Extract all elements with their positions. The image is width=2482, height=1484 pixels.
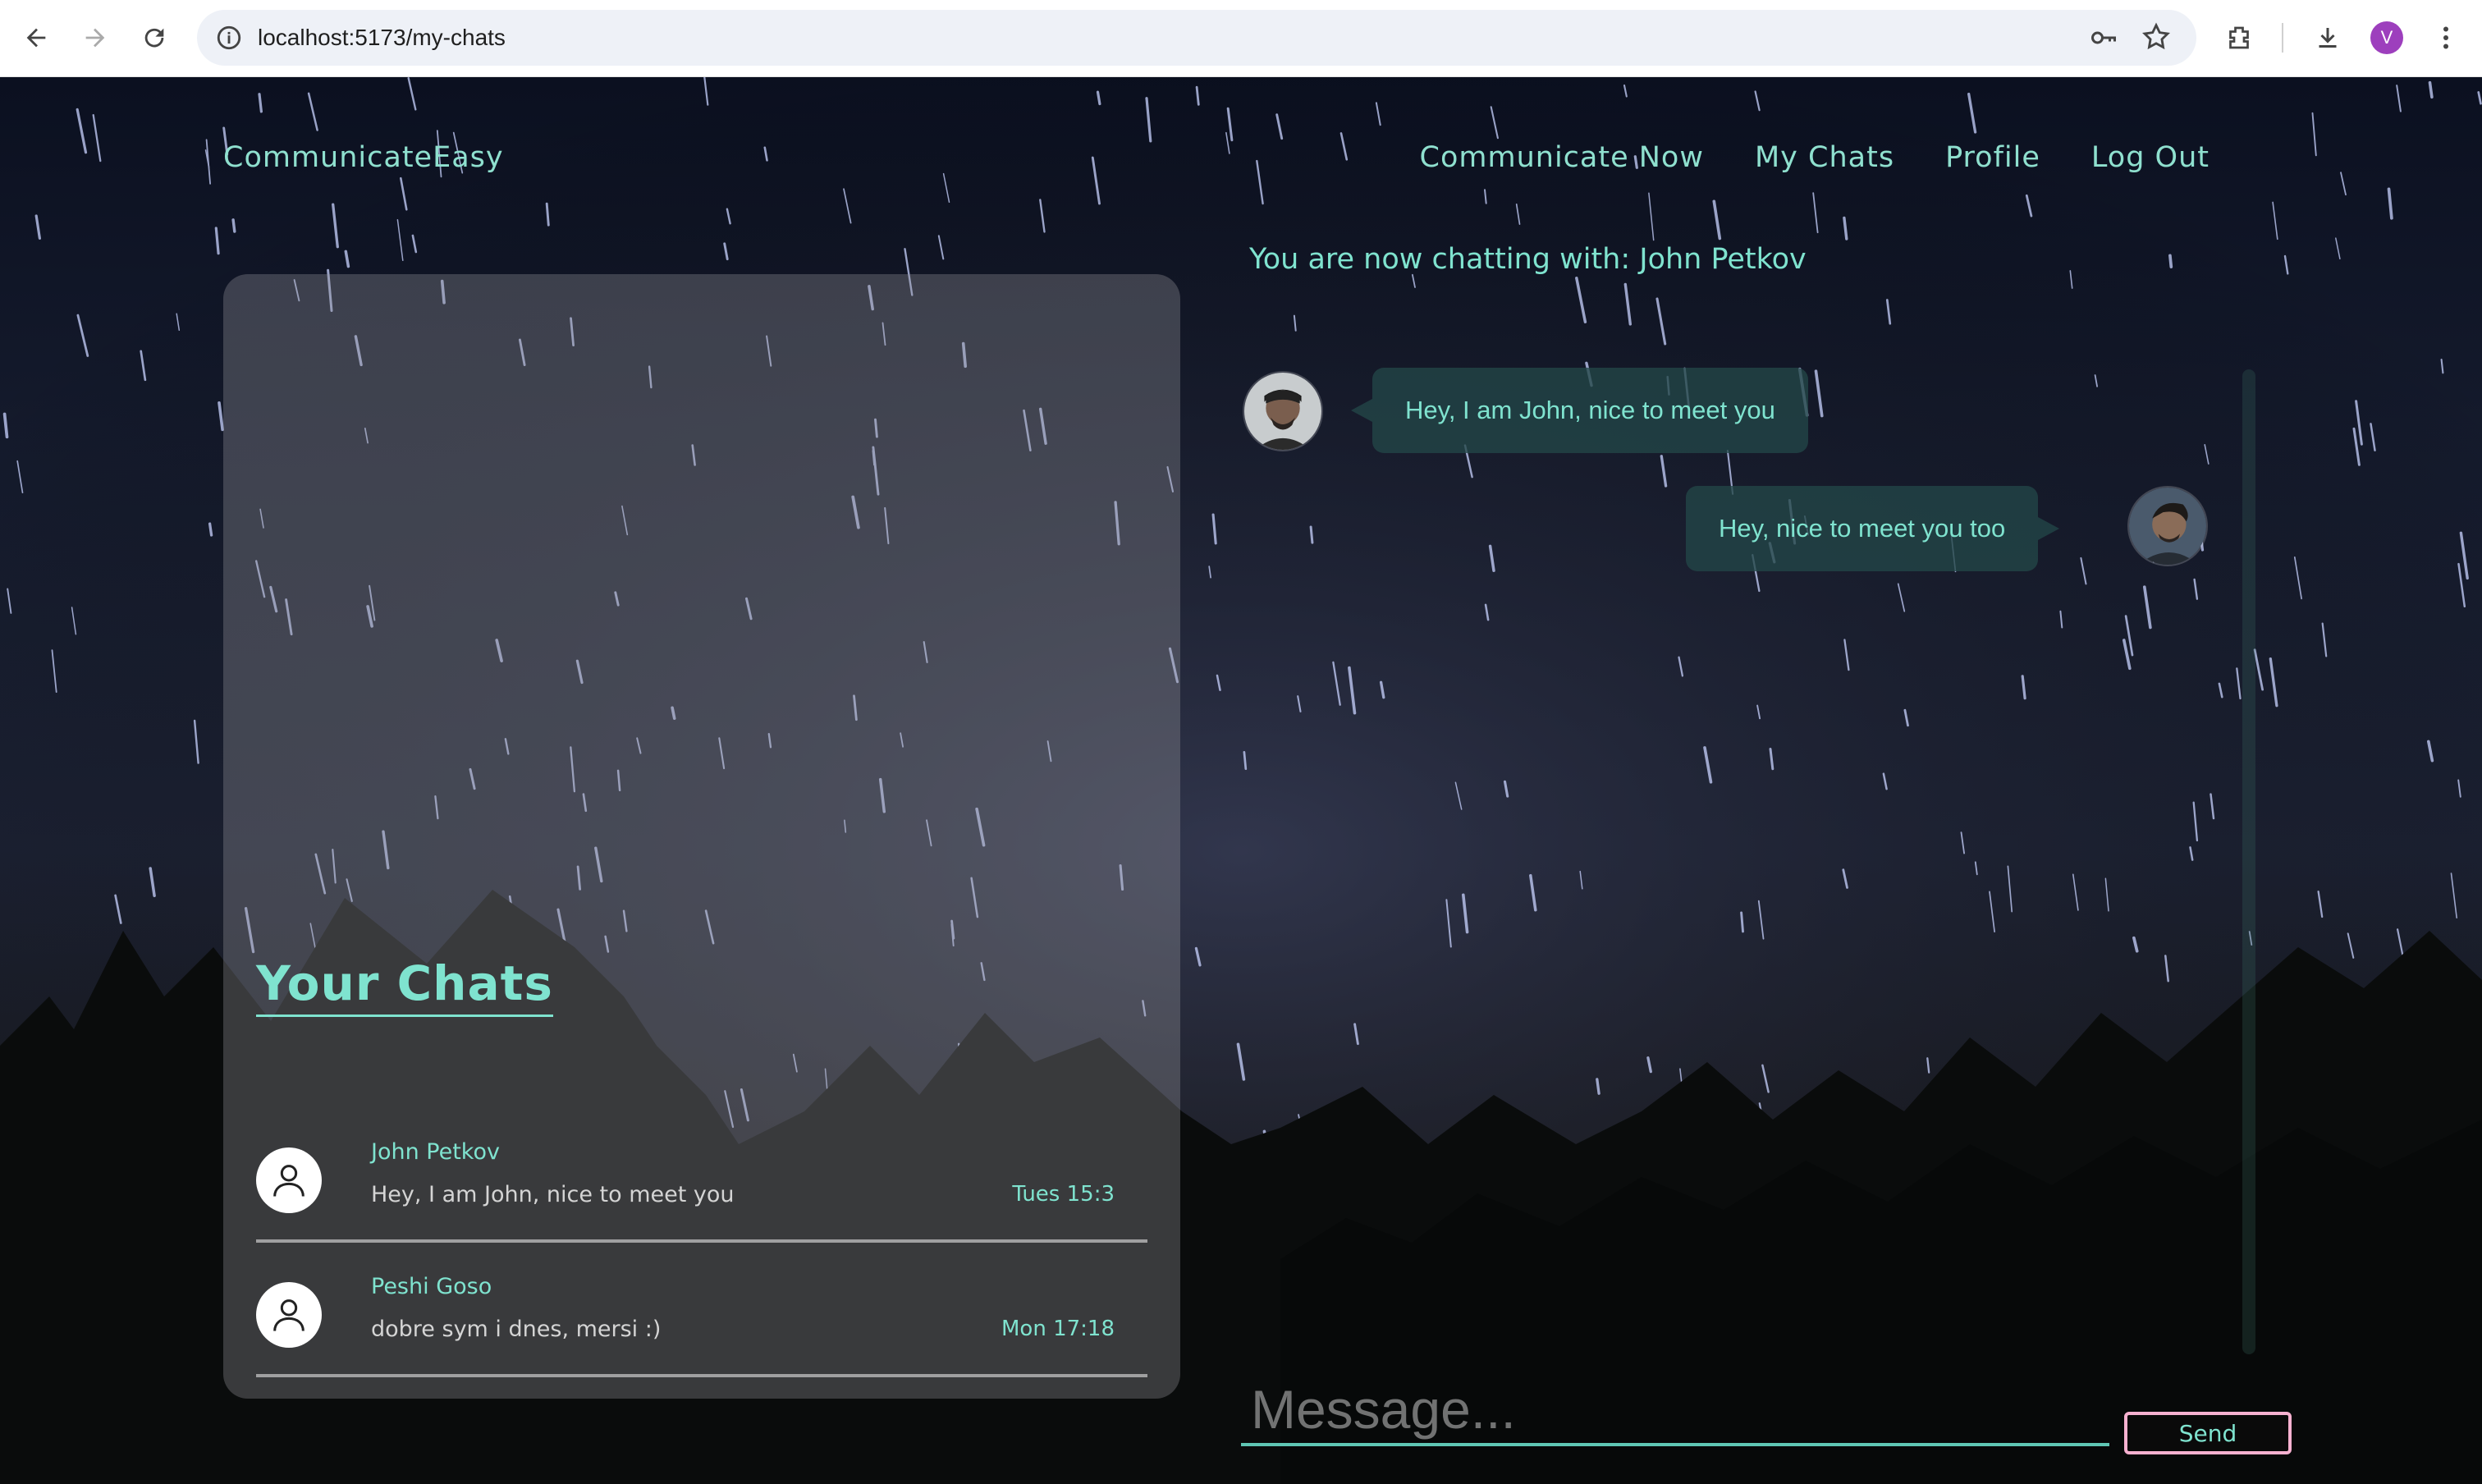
star-trail <box>208 522 213 537</box>
reload-icon[interactable] <box>135 18 174 57</box>
chat-last-message: Hey, I am John, nice to meet you <box>371 1182 735 1207</box>
key-icon[interactable] <box>2088 23 2119 53</box>
chats-heading: Your Chats <box>256 955 553 1017</box>
star-trail <box>2168 254 2173 268</box>
browser-toolbar: localhost:5173/my-chats V <box>0 0 2482 77</box>
message-bubble-sent: Hey, nice to meet you too <box>1686 486 2060 571</box>
nav-communicate-now[interactable]: Communicate Now <box>1420 141 1704 174</box>
forward-icon[interactable] <box>76 18 115 57</box>
star-trail <box>1243 751 1248 771</box>
message-input[interactable] <box>1241 1376 2109 1446</box>
download-icon[interactable] <box>2308 18 2347 57</box>
star-trail <box>1740 911 1744 933</box>
conversation-header: You are now chatting with: John Petkov <box>1249 243 1807 276</box>
brand-logo[interactable]: CommunicateEasy <box>223 141 504 174</box>
star-trail <box>2428 80 2434 99</box>
chat-list-item[interactable]: John Petkov Hey, I am John, nice to meet… <box>256 1120 1147 1243</box>
chat-contact-name: John Petkov <box>371 1139 500 1165</box>
back-icon[interactable] <box>16 18 56 57</box>
info-icon[interactable] <box>215 24 243 52</box>
message-bubble-received: Hey, I am John, nice to meet you <box>1351 368 1808 453</box>
chat-contact-name: Peshi Goso <box>371 1274 492 1299</box>
user-icon <box>256 1282 322 1348</box>
send-button[interactable]: Send <box>2124 1412 2292 1454</box>
chat-list-item[interactable]: Peshi Goso dobre sym i dnes, mersi :) Mo… <box>256 1254 1147 1377</box>
top-nav: Communicate Now My Chats Profile Log Out <box>1420 141 2210 174</box>
star-icon[interactable] <box>2141 21 2172 53</box>
nav-log-out[interactable]: Log Out <box>2091 141 2210 174</box>
contact-avatar <box>1243 371 1323 451</box>
chat-timestamp: Mon 17:18 <box>1001 1317 1115 1341</box>
user-icon <box>256 1147 322 1213</box>
app-page: CommunicateEasy Communicate Now My Chats… <box>0 77 2482 1484</box>
profile-avatar[interactable]: V <box>2370 21 2403 54</box>
toolbar-divider <box>2282 23 2283 53</box>
url-text[interactable]: localhost:5173/my-chats <box>258 10 506 66</box>
chat-last-message: dobre sym i dnes, mersi :) <box>371 1317 662 1342</box>
chat-timestamp: Tues 15:3 <box>1012 1182 1115 1207</box>
nav-profile[interactable]: Profile <box>1945 141 2040 174</box>
address-bar[interactable]: localhost:5173/my-chats <box>197 10 2196 66</box>
star-trail <box>1596 1078 1600 1095</box>
star-trail <box>231 218 236 233</box>
chats-panel: Your Chats John Petkov Hey, I am John, n… <box>223 274 1180 1399</box>
menu-icon[interactable] <box>2426 18 2466 57</box>
user-avatar <box>2127 486 2208 566</box>
conversation-scrollbar[interactable] <box>2242 369 2255 1354</box>
extensions-icon[interactable] <box>2219 18 2259 57</box>
nav-my-chats[interactable]: My Chats <box>1755 141 1894 174</box>
star-trail <box>1309 525 1314 544</box>
